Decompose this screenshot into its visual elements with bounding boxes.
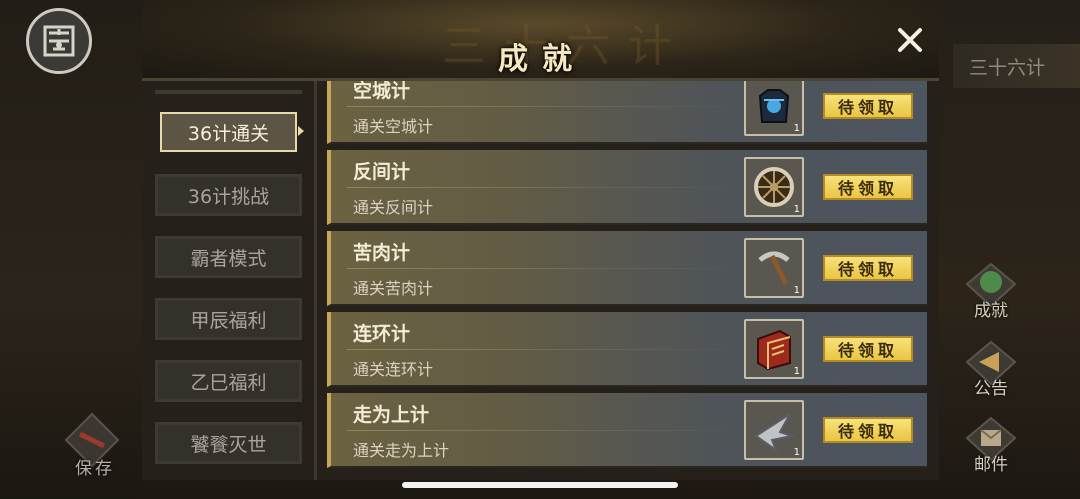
side-achievements-button[interactable]: 成就: [956, 262, 1026, 324]
category-top-divider: [155, 90, 302, 94]
modal-title: 成就: [498, 42, 586, 77]
category-tab-overlord-mode[interactable]: 霸者模式: [155, 236, 302, 278]
achievement-name: 苦肉计: [353, 242, 411, 264]
armor-icon: [758, 89, 790, 123]
pickaxe-icon: [758, 251, 790, 286]
achievement-desc: 通关反间计: [353, 198, 434, 217]
wing-blade-icon: [754, 413, 796, 453]
achievement-row: 苦肉计 通关苦肉计 1 待领取: [327, 231, 927, 306]
side-announcement-button[interactable]: 公告: [956, 340, 1026, 402]
claim-button[interactable]: 待领取: [823, 336, 913, 362]
column-divider: [314, 81, 317, 480]
close-icon: [898, 28, 922, 52]
reward-item-slot[interactable]: 1: [744, 157, 804, 217]
category-tab-jiachen-welfare[interactable]: 甲辰福利: [155, 298, 302, 340]
home-indicator[interactable]: [402, 482, 678, 488]
seal-icon: [43, 25, 75, 57]
achievement-list[interactable]: 空城计 通关空城计 1 待领取 反间计 通关反间计 1 待领取 苦肉计 通关苦肉…: [327, 81, 929, 480]
active-indicator-arrow: [298, 126, 304, 136]
reward-item-slot[interactable]: 1: [744, 81, 804, 136]
category-tab-36-challenge[interactable]: 36计挑战: [155, 174, 302, 216]
achievement-name: 连环计: [353, 323, 411, 345]
achievement-name: 反间计: [353, 161, 411, 183]
category-tab-36-clear[interactable]: 36计通关: [160, 112, 297, 152]
category-tab-taotie-doom[interactable]: 饕餮灭世: [155, 422, 302, 464]
achievement-desc: 通关走为上计: [353, 441, 450, 460]
category-tab-yisi-welfare[interactable]: 乙巳福利: [155, 360, 302, 402]
row-divider-line: [347, 268, 727, 269]
reward-count: 1: [793, 204, 800, 215]
close-button[interactable]: [890, 20, 930, 60]
wheel-icon: [754, 167, 794, 207]
achievement-desc: 通关苦肉计: [353, 279, 434, 298]
game-emblem-button[interactable]: [26, 8, 92, 74]
reward-count: 1: [793, 285, 800, 296]
reward-count: 1: [793, 366, 800, 377]
reward-count: 1: [793, 447, 800, 458]
achievement-row: 走为上计 通关走为上计 1 待领取: [327, 393, 927, 468]
achievement-row: 连环计 通关连环计 1 待领取: [327, 312, 927, 387]
side-achievements-label: 成就: [974, 301, 1008, 321]
side-mail-button[interactable]: 邮件: [956, 416, 1026, 478]
side-panel-title: 三十六计: [953, 44, 1080, 88]
row-divider-line: [347, 106, 727, 107]
claim-button[interactable]: 待领取: [823, 255, 913, 281]
side-mail-label: 邮件: [974, 455, 1008, 475]
achievements-modal: 三十六计 成就 36计通关 36计挑战 霸者模式 甲辰福利 乙巳福利 饕餮灭世 …: [142, 0, 939, 499]
achievement-row: 反间计 通关反间计 1 待领取: [327, 150, 927, 225]
reward-item-slot[interactable]: 1: [744, 319, 804, 379]
reward-item-slot[interactable]: 1: [744, 238, 804, 298]
claim-button[interactable]: 待领取: [823, 417, 913, 443]
reward-item-slot[interactable]: 1: [744, 400, 804, 460]
achievement-name: 空城计: [353, 81, 411, 102]
save-label: 保存: [75, 459, 115, 479]
row-divider-line: [347, 187, 727, 188]
claim-button[interactable]: 待领取: [823, 174, 913, 200]
save-button[interactable]: 保存: [58, 412, 132, 479]
content-frame: 36计通关 36计挑战 霸者模式 甲辰福利 乙巳福利 饕餮灭世 空城计 通关空城…: [142, 78, 939, 480]
achievement-desc: 通关连环计: [353, 360, 434, 379]
modal-header: 三十六计 成就: [142, 0, 939, 80]
reward-count: 1: [793, 123, 800, 134]
achievement-desc: 通关空城计: [353, 117, 434, 136]
category-list: 36计通关 36计挑战 霸者模式 甲辰福利 乙巳福利 饕餮灭世: [142, 81, 314, 480]
achievement-name: 走为上计: [353, 404, 430, 426]
row-divider-line: [347, 349, 727, 350]
row-divider-line: [347, 430, 727, 431]
side-announcement-label: 公告: [974, 379, 1008, 399]
achievement-row: 空城计 通关空城计 1 待领取: [327, 81, 927, 144]
claim-button[interactable]: 待领取: [823, 93, 913, 119]
book-icon: [757, 329, 791, 371]
